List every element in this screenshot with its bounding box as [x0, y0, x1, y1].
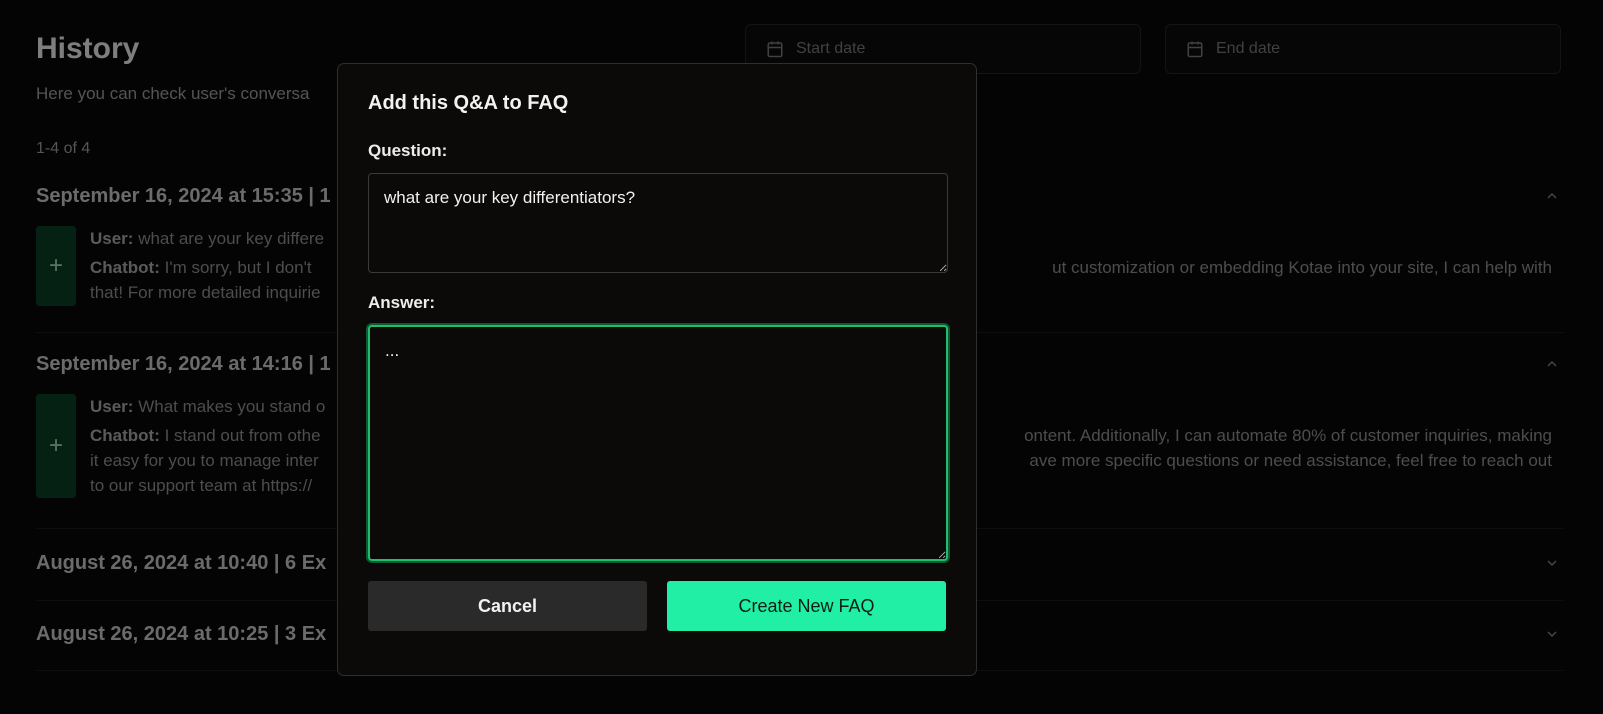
create-faq-button[interactable]: Create New FAQ: [667, 581, 946, 631]
dialog-title: Add this Q&A to FAQ: [368, 92, 569, 114]
answer-label: Answer:: [368, 293, 436, 312]
answer-textarea[interactable]: [368, 325, 948, 561]
history-page: History Here you can check user's conver…: [0, 0, 1603, 714]
cancel-button[interactable]: Cancel: [368, 581, 647, 631]
question-textarea[interactable]: [368, 173, 948, 273]
add-faq-dialog: Add this Q&A to FAQ Question: Answer: Ca…: [337, 63, 977, 676]
question-label: Question:: [368, 141, 448, 160]
